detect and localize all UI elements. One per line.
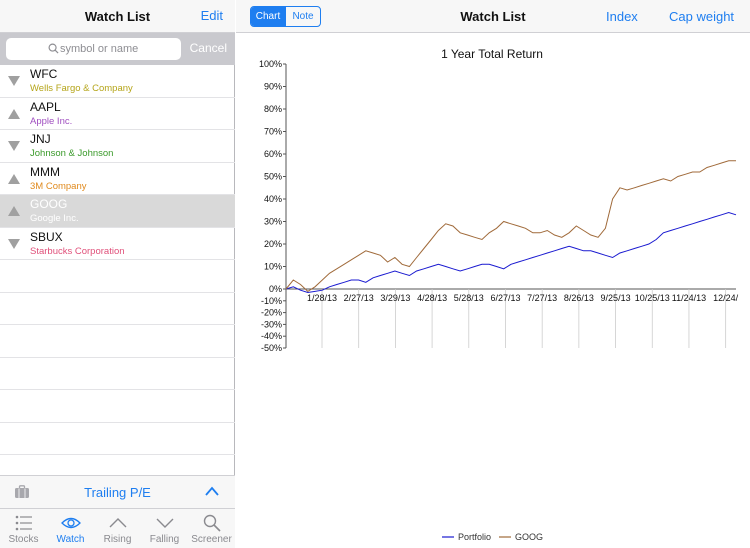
x-tick-label: 4/28/13: [417, 293, 447, 303]
triangle-down-icon: [8, 238, 20, 249]
company-name: Apple Inc.: [30, 115, 73, 127]
y-tick-label: 30%: [264, 217, 282, 227]
empty-row: [0, 423, 235, 455]
tab-label: Rising: [103, 534, 132, 545]
search-bar: Cancel: [0, 33, 235, 65]
list-item[interactable]: JNJ Johnson & Johnson: [0, 130, 235, 163]
search-field-container: [6, 38, 181, 60]
chart-canvas: 1 Year Total Return 100% 90% 80% 70% 60% 50% 40…: [259, 47, 739, 542]
tab-label: Watch: [56, 534, 85, 545]
tab-stocks[interactable]: Stocks: [0, 512, 47, 548]
eye-icon: [60, 517, 81, 529]
ticker-symbol: GOOG: [30, 197, 68, 211]
search-input[interactable]: [6, 38, 181, 60]
triangle-up-icon: [8, 173, 20, 184]
ticker-symbol: AAPL: [30, 99, 61, 114]
cap-weight-button[interactable]: Cap weight: [669, 9, 734, 24]
tab-falling[interactable]: Falling: [141, 512, 188, 548]
legend-label-goog: GOOG: [515, 532, 543, 542]
empty-row: [0, 260, 235, 293]
chart-title: 1 Year Total Return: [441, 47, 543, 61]
tab-label: Screener: [191, 534, 232, 545]
index-button[interactable]: Index: [606, 9, 638, 24]
x-tick-label: 5/28/13: [454, 293, 484, 303]
x-tick-label: 10/25/13: [635, 293, 670, 303]
x-tick-label: 6/27/13: [490, 293, 520, 303]
x-tick-label: 3/29/13: [380, 293, 410, 303]
list-item[interactable]: MMM 3M Company: [0, 163, 235, 195]
y-tick-label: 70%: [264, 127, 282, 137]
detail-header: Chart Note Watch List Index Cap weight: [236, 0, 750, 33]
empty-row: [0, 358, 235, 390]
triangle-down-icon: [8, 141, 20, 151]
chevron-down-icon: [156, 518, 173, 528]
list-icon: [15, 515, 32, 531]
tab-label: Stocks: [8, 534, 39, 545]
company-name: Starbucks Corporation: [30, 245, 125, 257]
y-tick-label: -10%: [261, 296, 282, 306]
app-window: Watch List Edit Cancel WFC Wells Fargo & …: [0, 0, 750, 548]
sort-metric-button[interactable]: Trailing P/E: [0, 485, 235, 500]
empty-row: [0, 390, 235, 423]
y-tick-label: -40%: [261, 331, 282, 341]
list-item[interactable]: GOOG Google Inc.: [0, 195, 235, 228]
x-tick-label: 7/27/13: [527, 293, 557, 303]
y-tick-label: 60%: [264, 149, 282, 159]
magnifier-icon: [203, 514, 221, 532]
y-tick-label: 10%: [264, 262, 282, 272]
sort-bar: Trailing P/E: [0, 475, 235, 508]
tab-rising[interactable]: Rising: [94, 512, 141, 548]
tab-label: Falling: [149, 534, 180, 545]
triangle-up-icon: [8, 206, 20, 216]
chevron-up-icon[interactable]: [205, 486, 219, 496]
ticker-symbol: SBUX: [30, 229, 63, 244]
x-tick-label: 12/24/: [713, 293, 739, 303]
list-item[interactable]: SBUX Starbucks Corporation: [0, 228, 235, 260]
company-name: 3M Company: [30, 180, 87, 192]
cancel-button[interactable]: Cancel: [190, 41, 227, 55]
y-tick-label: 100%: [259, 59, 282, 69]
y-tick-label: 0%: [269, 284, 282, 294]
list-item[interactable]: WFC Wells Fargo & Company: [0, 65, 235, 98]
watchlist-header: Watch List Edit: [0, 0, 235, 33]
detail-pane: Chart Note Watch List Index Cap weight 1…: [236, 0, 750, 548]
company-name: Wells Fargo & Company: [30, 83, 133, 94]
company-name: Johnson & Johnson: [30, 148, 114, 159]
watchlist: WFC Wells Fargo & Company AAPL Apple Inc. JN…: [0, 65, 235, 455]
y-tick-label: 80%: [264, 104, 282, 114]
edit-button[interactable]: Edit: [201, 8, 223, 23]
watchlist-pane: Watch List Edit Cancel WFC Wells Fargo & …: [0, 0, 235, 548]
y-tick-label: 40%: [264, 194, 282, 204]
ticker-symbol: MMM: [30, 164, 60, 179]
series-line-goog: [285, 160, 736, 293]
y-tick-label: 20%: [264, 239, 282, 249]
series-line-portfolio: [285, 211, 737, 294]
triangle-down-icon: [8, 76, 20, 86]
x-tick-label: 2/27/13: [344, 293, 374, 303]
y-tick-label: 90%: [264, 82, 282, 92]
y-tick-label: 50%: [264, 172, 282, 182]
empty-row: [0, 293, 235, 325]
triangle-up-icon: [8, 108, 20, 119]
empty-row: [0, 325, 235, 358]
tab-bar: Stocks Watch Rising Falling Screener: [0, 508, 235, 548]
legend-label-portfolio: Portfolio: [458, 532, 491, 542]
ticker-symbol: JNJ: [30, 132, 51, 146]
x-tick-label: 8/26/13: [564, 293, 594, 303]
y-tick-label: -20%: [261, 308, 282, 318]
tab-screener[interactable]: Screener: [188, 512, 235, 548]
company-name: Google Inc.: [30, 213, 79, 224]
tab-watch[interactable]: Watch: [47, 512, 94, 548]
list-item[interactable]: AAPL Apple Inc.: [0, 98, 235, 130]
x-tick-label: 11/24/13: [672, 293, 706, 303]
ticker-symbol: WFC: [30, 67, 58, 81]
x-tick-label: 9/25/13: [601, 293, 631, 303]
y-tick-label: -50%: [261, 343, 282, 353]
return-chart[interactable]: 1 Year Total Return 100% 90% 80% 70% 60% 50% 40…: [236, 34, 750, 548]
y-tick-label: -30%: [261, 319, 282, 329]
chevron-up-icon: [109, 518, 126, 528]
x-tick-label: 1/28/13: [307, 293, 337, 303]
